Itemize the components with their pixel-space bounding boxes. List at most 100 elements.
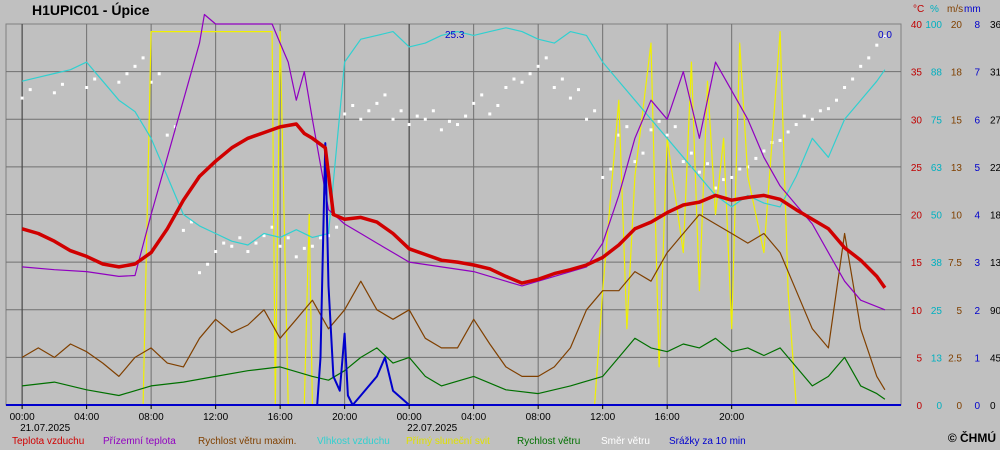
axis-tick-label: 10 <box>951 211 963 222</box>
x-tick-label: 04:00 <box>74 412 99 423</box>
wind-direction-point <box>367 109 371 113</box>
axis-tick-label: 180 <box>990 211 1000 222</box>
wind-direction-point <box>133 64 137 68</box>
wind-direction-point <box>818 109 822 113</box>
wind-direction-point <box>198 271 202 275</box>
wind-direction-point <box>254 241 258 245</box>
wind-direction-point <box>141 56 145 60</box>
axis-tick-label: 5 <box>974 163 980 174</box>
wind-direction-point <box>310 244 314 248</box>
x-tick-label: 20:00 <box>332 412 357 423</box>
wind-direction-point <box>383 93 387 97</box>
wind-direction-point <box>560 77 564 81</box>
wind-direction-point <box>415 114 419 118</box>
x-tick-label: 08:00 <box>526 412 551 423</box>
legend-entry: Směr větru <box>601 436 650 447</box>
axis-tick-label: 88 <box>931 68 943 79</box>
wind-direction-point <box>851 77 855 81</box>
axis-unit-label: mm <box>964 4 981 15</box>
axis-tick-label: 18 <box>951 68 963 79</box>
legend-entry: Srážky za 10 min <box>669 436 746 447</box>
wind-direction-point <box>165 133 169 137</box>
wind-direction-point <box>206 262 210 266</box>
wind-direction-point <box>447 119 451 123</box>
wind-direction-point <box>496 103 500 107</box>
legend-entry: Přízemní teplota <box>103 436 176 447</box>
wind-direction-point <box>762 149 766 153</box>
axis-tick-label: 10 <box>911 306 923 317</box>
axis-tick-label: 90 <box>990 306 1000 317</box>
wind-direction-point <box>294 255 298 259</box>
wind-direction-point <box>117 80 121 84</box>
wind-direction-point <box>875 43 879 47</box>
axis-tick-label: 0 <box>956 401 962 412</box>
axis-tick-label: 20 <box>911 211 923 222</box>
axis-tick-label: 0 <box>916 401 922 412</box>
x-tick-label: 04:00 <box>461 412 486 423</box>
axis-tick-label: 5 <box>916 353 922 364</box>
axis-tick-label: 225 <box>990 163 1000 174</box>
wind-direction-point <box>544 56 548 60</box>
wind-direction-point <box>278 244 282 248</box>
wind-direction-point <box>738 167 742 171</box>
wind-direction-point <box>843 86 847 89</box>
axis-tick-label: 75 <box>931 115 943 126</box>
axis-tick-label: 25 <box>911 163 923 174</box>
wind-direction-point <box>439 128 443 132</box>
wind-direction-point <box>286 236 290 240</box>
axis-tick-label: 0 <box>990 401 996 412</box>
wind-direction-point <box>536 64 540 68</box>
wind-direction-point <box>601 175 605 179</box>
wind-direction-point <box>480 93 484 97</box>
axis-tick-label: 38 <box>931 258 943 269</box>
wind-direction-point <box>867 56 871 60</box>
x-tick-label: 00:00 <box>397 412 422 423</box>
wind-direction-point <box>826 107 830 111</box>
axis-unit-label: °C <box>913 4 924 15</box>
axis-tick-label: 50 <box>931 211 943 222</box>
x-tick-label: 16:00 <box>655 412 680 423</box>
wind-direction-point <box>609 167 613 171</box>
wind-direction-point <box>318 236 322 240</box>
axis-tick-label: 25 <box>931 306 943 317</box>
wind-direction-point <box>157 72 161 76</box>
wind-direction-point <box>649 128 653 132</box>
wind-direction-point <box>423 117 427 121</box>
axis-tick-label: 6 <box>974 115 980 126</box>
wind-direction-point <box>528 72 532 76</box>
date-label: 22.07.2025 <box>407 423 457 434</box>
axis-tick-label: 2 <box>974 306 980 317</box>
wind-direction-point <box>730 175 734 179</box>
x-tick-label: 00:00 <box>10 412 35 423</box>
wind-direction-point <box>359 117 363 121</box>
axis-tick-label: 7.5 <box>948 258 962 269</box>
wind-direction-point <box>399 109 403 113</box>
wind-direction-point <box>810 117 814 121</box>
wind-direction-point <box>585 117 589 121</box>
axis-tick-label: 135 <box>990 258 1000 269</box>
axis-tick-label: 7 <box>974 68 980 79</box>
wind-direction-point <box>625 125 629 129</box>
wind-direction-point <box>722 178 726 182</box>
axis-tick-label: 1 <box>974 353 980 364</box>
axis-tick-label: 15 <box>911 258 923 269</box>
axis-tick-label: 30 <box>911 115 923 126</box>
chart-svg: 25.3 0.0°C0510152025303540%01325385063758… <box>5 4 1000 447</box>
wind-direction-point <box>568 96 572 100</box>
wind-direction-point <box>431 109 435 113</box>
wind-direction-point <box>504 86 508 89</box>
legend-entry: Teplota vzduchu <box>12 436 84 447</box>
wind-direction-point <box>335 225 339 229</box>
wind-direction-point <box>512 77 516 81</box>
wind-direction-point <box>673 125 677 129</box>
wind-direction-point <box>270 225 274 229</box>
x-tick-label: 20:00 <box>719 412 744 423</box>
wind-direction-point <box>576 88 580 92</box>
wind-direction-point <box>520 80 524 84</box>
wind-direction-point <box>246 250 250 254</box>
axis-tick-label: 4 <box>974 211 980 222</box>
wind-direction-point <box>302 246 306 250</box>
annotation-max-humidity: 25.3 <box>445 30 465 41</box>
wind-direction-point <box>778 138 782 142</box>
legend-entry: Rychlost větru maxim. <box>198 436 296 447</box>
